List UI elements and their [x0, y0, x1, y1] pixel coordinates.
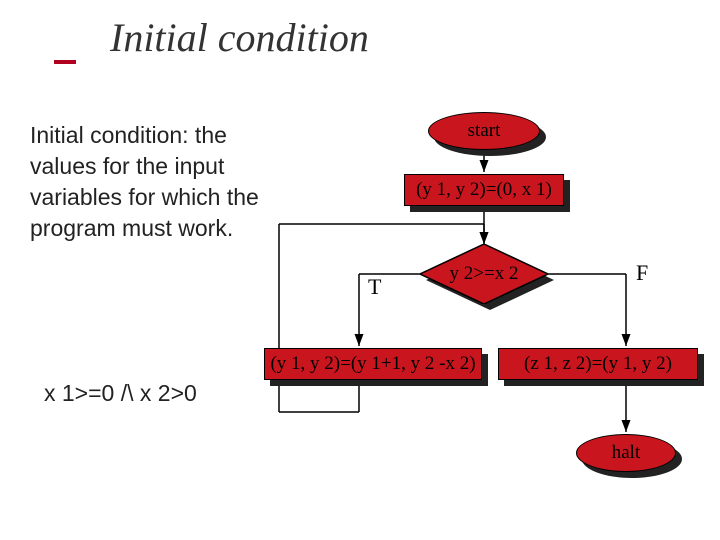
flow-start: start: [428, 112, 540, 150]
definition-text: Initial condition: the values for the in…: [30, 120, 290, 244]
branch-label-false: F: [636, 260, 648, 286]
branch-label-true: T: [368, 274, 381, 300]
title-bullet: [54, 60, 76, 64]
page-title: Initial condition: [110, 14, 369, 61]
flow-true-label: (y 1, y 2)=(y 1+1, y 2 -x 2): [264, 348, 482, 380]
flow-halt-label: halt: [576, 434, 676, 472]
flow-init-label: (y 1, y 2)=(0, x 1): [404, 174, 564, 206]
flow-test-label: y 2>=x 2: [420, 244, 548, 304]
flow-false-branch: (z 1, z 2)=(y 1, y 2): [498, 348, 698, 380]
initial-condition-expression: x 1>=0 /\ x 2>0: [44, 380, 197, 407]
flow-halt: halt: [576, 434, 676, 472]
flow-test: y 2>=x 2: [420, 244, 548, 304]
flow-init: (y 1, y 2)=(0, x 1): [404, 174, 564, 206]
flow-false-label: (z 1, z 2)=(y 1, y 2): [498, 348, 698, 380]
flow-true-branch: (y 1, y 2)=(y 1+1, y 2 -x 2): [264, 348, 482, 380]
flow-start-label: start: [428, 112, 540, 150]
